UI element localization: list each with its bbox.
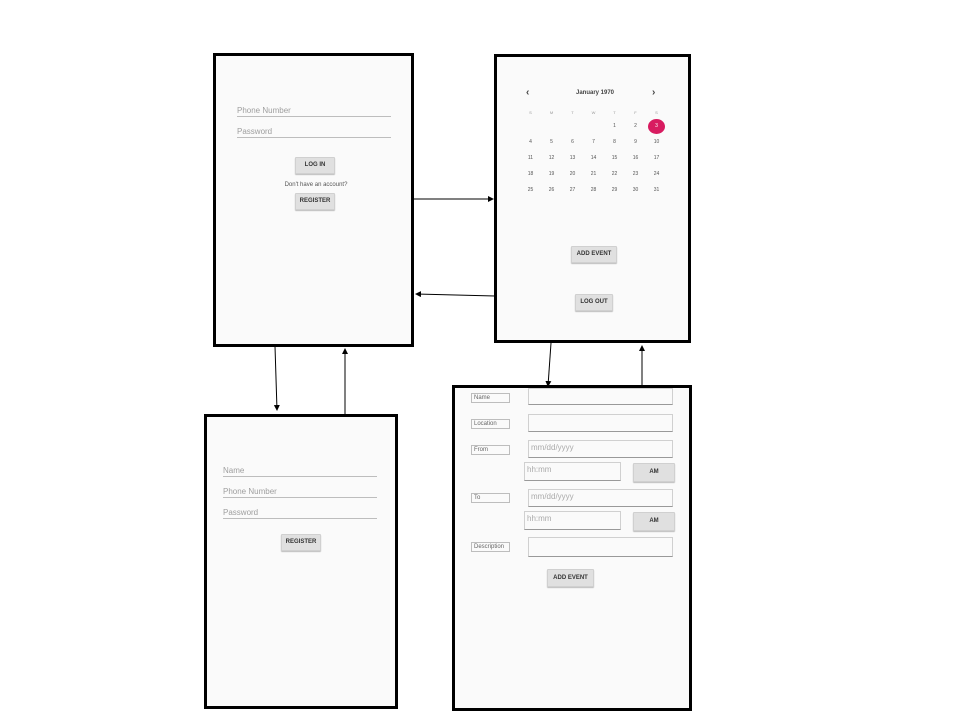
password-field[interactable]: Password bbox=[223, 508, 377, 519]
chevron-left-icon[interactable]: ‹ bbox=[526, 87, 529, 98]
calendar-day[interactable]: 23 bbox=[625, 166, 646, 182]
calendar-day[interactable]: 8 bbox=[604, 134, 625, 150]
location-label: Location bbox=[471, 419, 510, 429]
from-date-input[interactable]: mm/dd/yyyy bbox=[528, 440, 673, 458]
register-button[interactable]: REGISTER bbox=[281, 534, 321, 551]
calendar-day[interactable]: 26 bbox=[541, 182, 562, 198]
phone-number-field[interactable]: Phone Number bbox=[237, 106, 391, 117]
phone-number-field[interactable]: Phone Number bbox=[223, 487, 377, 498]
month-title: January 1970 bbox=[575, 90, 615, 96]
calendar-day[interactable]: 30 bbox=[625, 182, 646, 198]
to-date-input[interactable]: mm/dd/yyyy bbox=[528, 489, 673, 507]
location-input[interactable] bbox=[528, 414, 673, 432]
from-label: From bbox=[471, 445, 510, 455]
selected-day-indicator: 3 bbox=[648, 118, 665, 134]
calendar-day[interactable]: 22 bbox=[604, 166, 625, 182]
weekday-label: S bbox=[529, 109, 532, 115]
calendar-day[interactable]: 10 bbox=[646, 134, 667, 150]
calendar-day[interactable]: 11 bbox=[520, 150, 541, 166]
chevron-right-icon[interactable]: › bbox=[652, 87, 655, 98]
name-label: Name bbox=[471, 393, 510, 403]
calendar-day[interactable]: 12 bbox=[541, 150, 562, 166]
calendar-screen: ‹ January 1970 › S M T W T F S 1 2 3 4 5 6 7 8 9 10 11 12 1… bbox=[494, 54, 691, 343]
weekday-label: T bbox=[571, 109, 574, 115]
no-account-text: Don't have an account? bbox=[284, 182, 348, 188]
calendar-grid: S M T W T F S 1 2 3 4 5 6 7 8 9 10 11 12 13 14 15 16 17 18 19 20 21… bbox=[520, 106, 667, 198]
weekday-label: M bbox=[549, 109, 554, 115]
calendar-day[interactable]: 6 bbox=[562, 134, 583, 150]
name-field[interactable]: Name bbox=[223, 466, 377, 477]
weekday-label: S bbox=[655, 109, 658, 115]
calendar-day[interactable]: 21 bbox=[583, 166, 604, 182]
register-button[interactable]: REGISTER bbox=[295, 193, 335, 210]
calendar-day[interactable]: 28 bbox=[583, 182, 604, 198]
arrow-login-to-register bbox=[273, 345, 280, 411]
calendar-day[interactable]: 1 bbox=[604, 118, 625, 134]
calendar-day[interactable]: 19 bbox=[541, 166, 562, 182]
calendar-day[interactable]: 20 bbox=[562, 166, 583, 182]
calendar-day[interactable]: 14 bbox=[583, 150, 604, 166]
arrow-calendar-to-login bbox=[415, 291, 496, 298]
calendar-day[interactable]: 3 bbox=[646, 118, 667, 134]
weekday-label: W bbox=[591, 109, 596, 115]
calendar-empty-cell bbox=[520, 118, 541, 134]
arrow-calendar-to-event bbox=[545, 342, 552, 387]
register-screen: Name Phone Number Password REGISTER bbox=[204, 414, 398, 709]
to-time-input[interactable]: hh:mm bbox=[524, 511, 621, 530]
password-field[interactable]: Password bbox=[237, 127, 391, 138]
calendar-empty-cell bbox=[583, 118, 604, 134]
weekday-label: F bbox=[634, 109, 637, 115]
from-ampm-button[interactable]: AM bbox=[633, 463, 675, 482]
calendar-day[interactable]: 15 bbox=[604, 150, 625, 166]
name-input[interactable] bbox=[528, 388, 673, 405]
from-time-input[interactable]: hh:mm bbox=[524, 462, 621, 481]
description-label: Description bbox=[471, 542, 510, 552]
calendar-empty-cell bbox=[541, 118, 562, 134]
calendar-day[interactable]: 17 bbox=[646, 150, 667, 166]
to-ampm-button[interactable]: AM bbox=[633, 512, 675, 531]
calendar-day[interactable]: 16 bbox=[625, 150, 646, 166]
add-event-screen: Name Location From mm/dd/yyyy hh:mm AM T… bbox=[452, 385, 692, 711]
to-label: To bbox=[471, 493, 510, 503]
login-screen: Phone Number Password LOG IN Don't have … bbox=[213, 53, 414, 347]
calendar-day[interactable]: 24 bbox=[646, 166, 667, 182]
add-event-button[interactable]: ADD EVENT bbox=[571, 246, 617, 263]
calendar-day[interactable]: 7 bbox=[583, 134, 604, 150]
weekday-label: T bbox=[613, 109, 616, 115]
description-input[interactable] bbox=[528, 537, 673, 557]
calendar-day[interactable]: 27 bbox=[562, 182, 583, 198]
calendar-day[interactable]: 2 bbox=[625, 118, 646, 134]
calendar-empty-cell bbox=[562, 118, 583, 134]
calendar-day[interactable]: 13 bbox=[562, 150, 583, 166]
calendar-day[interactable]: 31 bbox=[646, 182, 667, 198]
login-button[interactable]: LOG IN bbox=[295, 157, 335, 174]
add-event-button[interactable]: ADD EVENT bbox=[547, 569, 594, 587]
calendar-day[interactable]: 18 bbox=[520, 166, 541, 182]
logout-button[interactable]: LOG OUT bbox=[575, 294, 613, 311]
calendar-day[interactable]: 5 bbox=[541, 134, 562, 150]
calendar-day[interactable]: 29 bbox=[604, 182, 625, 198]
calendar-day[interactable]: 9 bbox=[625, 134, 646, 150]
calendar-day[interactable]: 25 bbox=[520, 182, 541, 198]
calendar-day[interactable]: 4 bbox=[520, 134, 541, 150]
